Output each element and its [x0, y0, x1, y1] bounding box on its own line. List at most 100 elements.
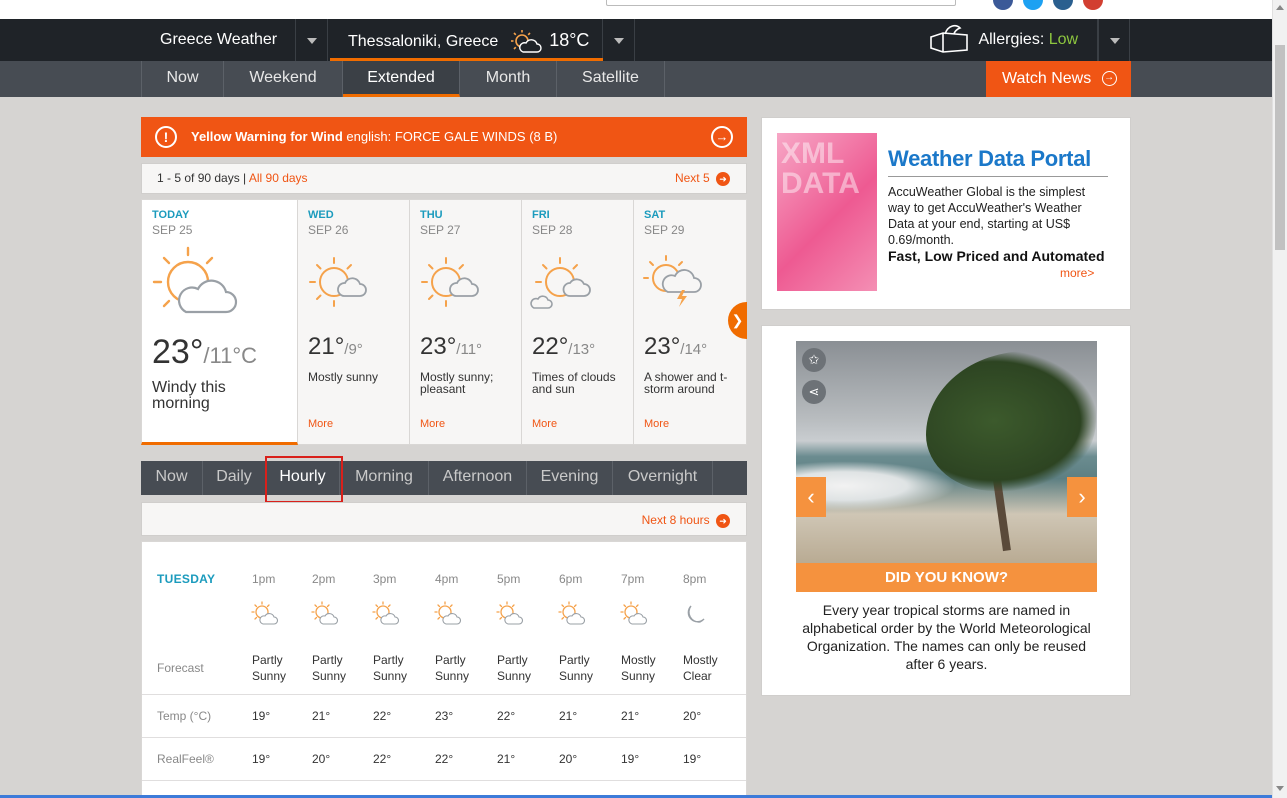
- palm-storm-photo: [796, 341, 1097, 563]
- high-temp: 23°: [644, 333, 681, 360]
- forecast-card-wed[interactable]: WED SEP 26 21°/9° Mostly sunny More: [298, 199, 410, 445]
- twitter-icon[interactable]: [1023, 0, 1043, 10]
- next-slide-button[interactable]: ›: [1067, 477, 1097, 517]
- tab-month[interactable]: Month: [460, 61, 557, 97]
- tab-label: Weekend: [249, 69, 317, 86]
- arrow-right-icon: ➜: [716, 513, 730, 528]
- forecast-line: Mostly: [683, 653, 718, 667]
- ad-image: XML DATA: [777, 133, 877, 291]
- city-temperature: 18°C: [549, 30, 590, 50]
- tab-label: Morning: [355, 468, 413, 485]
- chevron-right-icon: ❯: [731, 312, 744, 328]
- high-temp: 21°: [308, 333, 345, 360]
- hour-realfeel: 19°: [252, 752, 271, 766]
- hour-realfeel: 19°: [621, 752, 640, 766]
- hour-realfeel: 22°: [373, 752, 392, 766]
- forecast-line: Sunny: [497, 669, 532, 683]
- forecast-line: Sunny: [435, 669, 470, 683]
- page-scrollbar[interactable]: [1272, 0, 1287, 798]
- more-link[interactable]: More: [644, 418, 669, 430]
- region-selector[interactable]: Greece Weather: [141, 19, 296, 61]
- day-name: WED: [308, 209, 334, 221]
- weather-data-portal-ad[interactable]: XML DATA Weather Data Portal AccuWeather…: [761, 117, 1131, 310]
- hour-realfeel: 20°: [312, 752, 331, 766]
- city-selector[interactable]: Thessaloniki, Greece 18°C: [330, 19, 603, 61]
- hour-temp: 20°: [683, 709, 702, 723]
- hour-temp: 21°: [621, 709, 640, 723]
- daily-forecast-cards: TODAY SEP 25 23°/11°C Windy this morning…: [141, 199, 747, 445]
- hour-forecast: Mostly Clear: [683, 652, 718, 684]
- tab-overnight[interactable]: Overnight: [613, 461, 713, 495]
- ad-image-text: XML DATA: [781, 137, 860, 200]
- row-divider: [142, 737, 746, 738]
- all-days-link[interactable]: All 90 days: [249, 171, 308, 185]
- hour-forecast: Partly Sunny: [497, 652, 531, 684]
- hour-forecast: Partly Sunny: [435, 652, 469, 684]
- tab-extended[interactable]: Extended: [343, 61, 460, 97]
- hour-time: 3pm: [373, 572, 397, 586]
- highlight-box: [265, 456, 343, 503]
- tab-satellite[interactable]: Satellite: [557, 61, 665, 97]
- google-plus-icon[interactable]: [1083, 0, 1103, 10]
- forecast-description: Times of clouds and sun: [532, 370, 616, 396]
- forecast-card-fri[interactable]: FRI SEP 28 22°/13° Times of clouds and s…: [522, 199, 634, 445]
- ad-body: AccuWeather Global is the simplest way t…: [888, 185, 1086, 247]
- previous-slide-button[interactable]: ‹: [796, 477, 826, 517]
- day-date: SEP 28: [532, 223, 573, 237]
- hour-temp: 19°: [252, 709, 271, 723]
- ad-more-link[interactable]: more>: [1060, 266, 1094, 280]
- forecast-line: Partly: [435, 653, 466, 667]
- weather-warning-banner[interactable]: ! Yellow Warning for Wind english: FORCE…: [141, 117, 747, 157]
- low-temp: /9°: [344, 341, 363, 358]
- region-dropdown-button[interactable]: [296, 19, 328, 61]
- row-divider: [142, 780, 746, 781]
- hour-time: 2pm: [312, 572, 336, 586]
- mostly-sunny-icon: [620, 601, 648, 625]
- forecast-line: Sunny: [373, 669, 408, 683]
- tab-morning[interactable]: Morning: [340, 461, 429, 495]
- partly-sunny-icon: [496, 601, 524, 625]
- more-link[interactable]: More: [308, 418, 333, 430]
- favorite-star-icon[interactable]: ✩: [802, 348, 826, 372]
- clouds-and-sun-icon: [530, 257, 591, 309]
- watch-news-button[interactable]: Watch News →: [986, 61, 1131, 97]
- tab-weekend[interactable]: Weekend: [224, 61, 343, 97]
- forecast-line: Mostly: [621, 653, 656, 667]
- tab-afternoon[interactable]: Afternoon: [429, 461, 527, 495]
- tab-label: Now: [155, 468, 188, 485]
- next-5-days-link[interactable]: Next 5 ➜: [675, 164, 730, 193]
- tab-daily[interactable]: Daily: [203, 461, 266, 495]
- tab-now[interactable]: Now: [141, 461, 203, 495]
- allergies-label: Allergies:: [978, 31, 1045, 48]
- partly-sunny-icon: [558, 601, 586, 625]
- more-link[interactable]: More: [420, 418, 445, 430]
- hour-realfeel: 20°: [559, 752, 578, 766]
- facebook-icon[interactable]: [993, 0, 1013, 10]
- hour-forecast: Partly Sunny: [559, 652, 593, 684]
- city-dropdown-button[interactable]: [603, 19, 635, 61]
- forecast-card-thu[interactable]: THU SEP 27 23°/11° Mostly sunny; pleasan…: [410, 199, 522, 445]
- did-you-know-banner: DID YOU KNOW?: [796, 563, 1097, 592]
- hour-realfeel: 21°: [497, 752, 516, 766]
- forecast-line: Partly: [252, 653, 283, 667]
- scrollbar-thumb[interactable]: [1275, 45, 1285, 250]
- tab-now[interactable]: Now: [141, 61, 224, 97]
- hour-forecast: Partly Sunny: [373, 652, 407, 684]
- scroll-down-icon[interactable]: [1276, 786, 1284, 791]
- high-temp: 23°: [152, 333, 204, 371]
- low-temp: /14°: [680, 341, 708, 358]
- forecast-card-today[interactable]: TODAY SEP 25 23°/11°C Windy this morning: [141, 199, 298, 445]
- forecast-description: Mostly sunny: [308, 370, 379, 384]
- did-you-know-panel: ✩ ⋖ ‹ › DID YOU KNOW? Every year tropica…: [761, 325, 1131, 696]
- linkedin-icon[interactable]: [1053, 0, 1073, 10]
- tab-evening[interactable]: Evening: [527, 461, 613, 495]
- share-icon[interactable]: ⋖: [802, 380, 826, 404]
- search-input[interactable]: [606, 0, 956, 6]
- scroll-up-icon[interactable]: [1276, 5, 1284, 10]
- partly-sunny-icon: [311, 601, 339, 625]
- more-link[interactable]: More: [532, 418, 557, 430]
- tab-label: Overnight: [627, 468, 698, 485]
- allergies-indicator[interactable]: Allergies: Low: [922, 19, 1098, 61]
- next-8-hours-link[interactable]: Next 8 hours ➜: [642, 513, 730, 528]
- allergies-dropdown-button[interactable]: [1098, 19, 1130, 61]
